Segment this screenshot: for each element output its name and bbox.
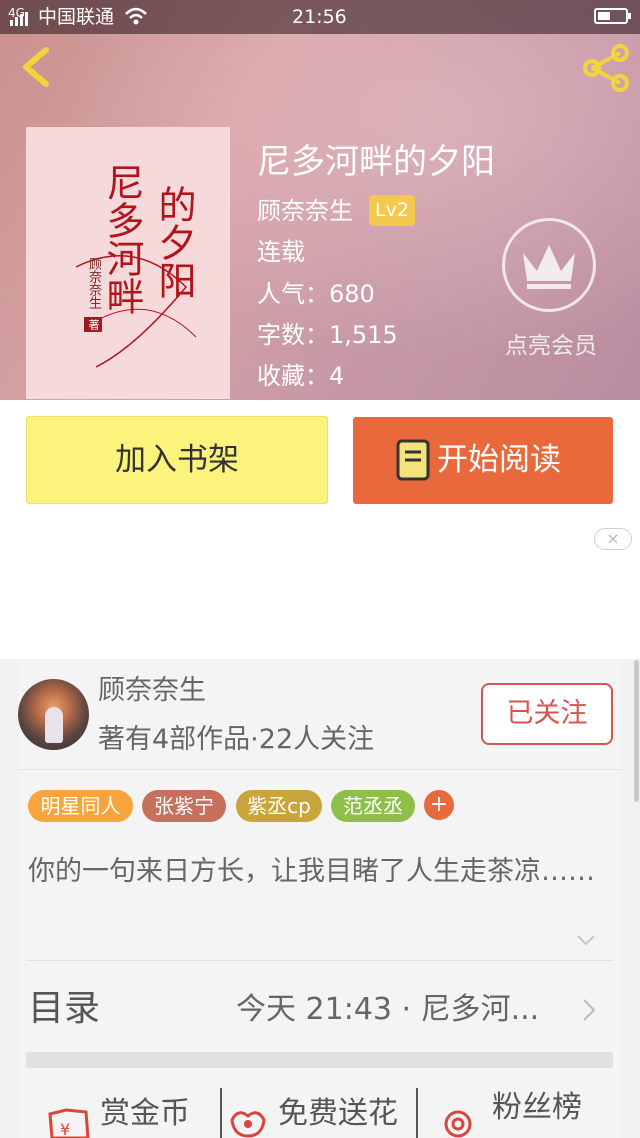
flower-icon (230, 1111, 266, 1138)
tag-item[interactable]: 张紫宁 (142, 790, 226, 822)
divider (416, 1088, 418, 1138)
book-favorites: 收藏：4 (257, 362, 345, 390)
tag-item[interactable]: 紫丞cp (236, 790, 322, 822)
svg-text:¥: ¥ (60, 1120, 70, 1138)
wifi-icon (125, 7, 147, 25)
chevron-down-icon[interactable] (576, 933, 596, 947)
book-word-count: 字数：1,515 (257, 321, 398, 349)
book-popularity: 人气：680 (257, 280, 375, 308)
author-level-badge: Lv2 (369, 195, 415, 226)
vip-button[interactable]: 点亮会员 (496, 218, 606, 359)
divider (220, 1088, 222, 1138)
start-reading-button[interactable]: 开始阅读 (353, 417, 613, 504)
tag-item[interactable]: 明星同人 (28, 790, 133, 822)
author-avatar[interactable] (18, 679, 89, 750)
signal-icon (10, 12, 28, 26)
fans-ranking-button[interactable]: 粉丝榜 (492, 1086, 582, 1130)
cover-title-part2: 的夕阳 (152, 185, 196, 299)
cover-author: 顾奈奈生 (86, 257, 101, 309)
chevron-right-icon[interactable] (582, 998, 596, 1022)
book-status: 连载 (257, 238, 305, 266)
catalog-label[interactable]: 目录 (28, 985, 100, 1033)
divider (18, 769, 622, 770)
crown-icon (523, 245, 575, 289)
ad-area (0, 522, 640, 659)
clock: 21:56 (292, 6, 347, 28)
author-meta: 著有4部作品·22人关注 (98, 724, 375, 755)
cover-title-part1: 尼多河畔 (100, 163, 144, 315)
book-author[interactable]: 顾奈奈生 (257, 194, 353, 228)
send-flower-button[interactable]: 免费送花 (278, 1092, 398, 1136)
author-name[interactable]: 顾奈奈生 (98, 673, 206, 709)
book-introduction: 你的一句来日方长，让我目睹了人生走茶凉…… (28, 856, 595, 887)
book-title: 尼多河畔的夕阳 (257, 142, 495, 182)
battery-icon (594, 8, 631, 24)
medal-icon (444, 1110, 472, 1138)
latest-chapter[interactable]: 今天 21:43 · 尼多河... (236, 988, 539, 1032)
gold-coin-icon: ¥ (48, 1108, 90, 1138)
follow-button[interactable]: 已关注 (481, 683, 613, 745)
status-bar: 4G 中国联通 21:56 (0, 0, 640, 34)
vip-circle (502, 218, 596, 312)
carrier-name: 中国联通 (38, 6, 115, 28)
add-to-bookshelf-button[interactable]: 加入书架 (26, 416, 328, 504)
section-separator (26, 1052, 613, 1068)
start-reading-label: 开始阅读 (437, 442, 561, 478)
divider (26, 960, 613, 961)
reward-coins-button[interactable]: 赏金币 (100, 1092, 190, 1136)
book-icon (396, 439, 430, 481)
tag-item[interactable]: 范丞丞 (331, 790, 415, 822)
ad-close-button[interactable]: × (594, 528, 632, 550)
cover-stamp: 著 (84, 317, 102, 332)
book-cover[interactable]: 尼多河畔 的夕阳 顾奈奈生 著 (26, 127, 230, 399)
share-icon[interactable] (580, 42, 632, 94)
add-tag-button[interactable]: + (424, 790, 454, 820)
back-arrow-icon[interactable] (16, 44, 56, 90)
scrollbar[interactable] (634, 660, 639, 802)
vip-label: 点亮会员 (505, 333, 597, 359)
